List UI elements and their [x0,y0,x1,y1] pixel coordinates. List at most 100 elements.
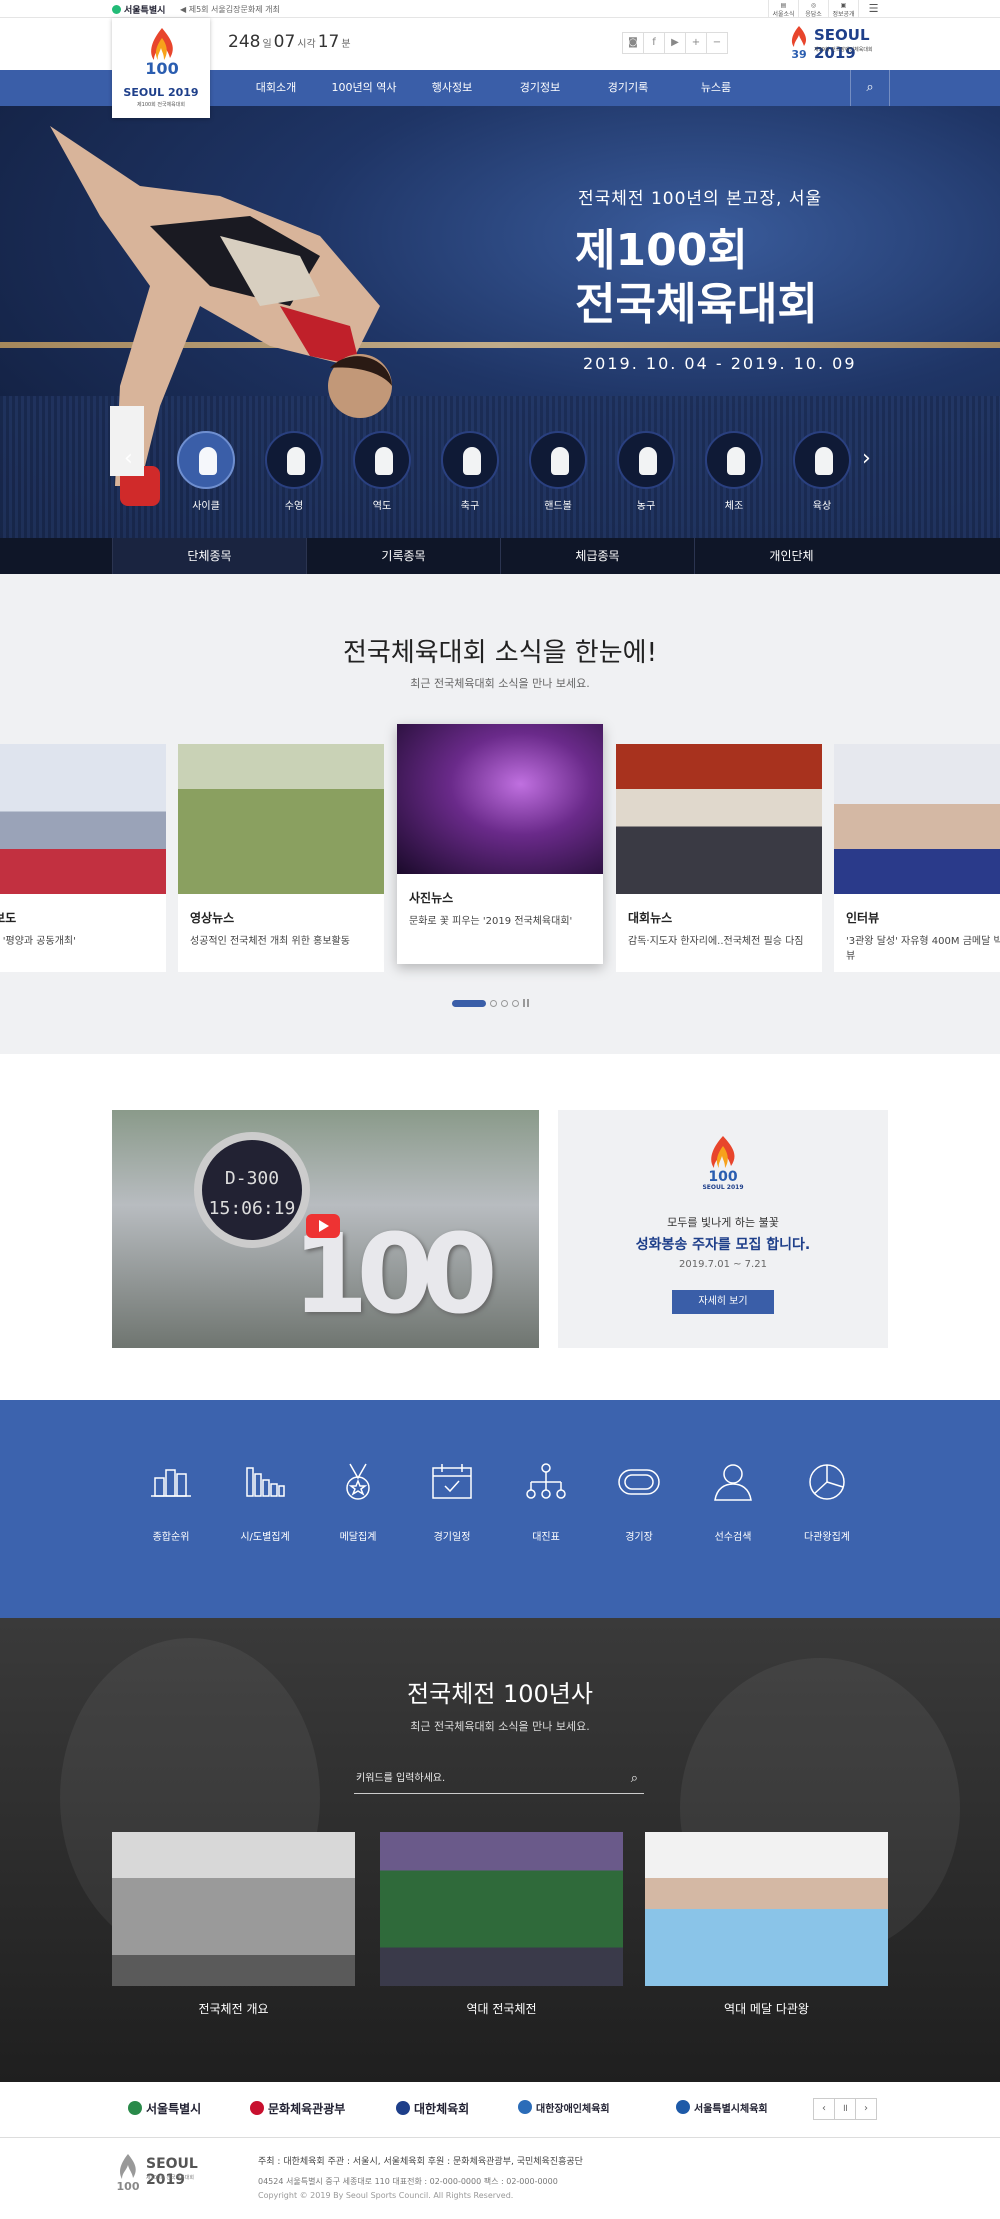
search-icon[interactable]: ⌕ [850,70,890,106]
dday-days: 248 [228,32,261,52]
sport-weightlifting[interactable]: 역도 [338,431,426,512]
history-search-input[interactable]: 키워드를 입력하세요. ⌕ [354,1766,644,1794]
notice-text: 제5회 서울김장문화제 개최 [188,5,280,14]
news-card-interview[interactable]: 인터뷰 '3관왕 달성' 자유형 400M 금메달 박 인터뷰 [834,744,1000,972]
stat-athlete-search[interactable]: 선수검색 [689,1462,777,1543]
stat-medal-totals[interactable]: 메달집계 [314,1462,402,1543]
pagination-dot[interactable] [490,999,497,1007]
news-card-event[interactable]: 대회뉴스 감독·지도자 한자리에..전국체전 필승 다짐 [616,744,822,972]
main-logo[interactable]: 100 SEOUL 2019 제100회 전국체육대회 [112,18,210,118]
chevron-left-icon[interactable]: ‹ [813,2098,835,2120]
news-card-desc: 성공적인 전국체전 개최 위한 홍보활동 [190,936,350,947]
soccer-icon [441,431,499,489]
stat-venues[interactable]: 경기장 [595,1462,683,1543]
partner-seoul-sports[interactable]: 서울특별시체육회 [676,2100,768,2115]
sport-cycling[interactable]: 사이클 [162,431,250,512]
utility-links: ▤ 서울소식 ◎ 응답소 ▣ 정보공개 ☰ [768,0,888,18]
partner-label: 서울특별시체육회 [694,2104,768,2115]
dday-hours: 07 [273,32,296,52]
history-card-past-games[interactable]: 역대 전국체전 [380,1832,623,2017]
partner-ksoc[interactable]: 대한체육회 [396,2100,469,2117]
bracket-icon [526,1463,566,1499]
chevron-left-icon[interactable]: ‹ [124,446,133,471]
history-desc: 최근 전국체육대회 소식을 만나 보세요. [410,1720,590,1733]
partner-label: 서울특별시 [146,2102,202,2116]
search-icon[interactable]: ⌕ [631,1766,638,1792]
pagination-dot[interactable] [512,999,519,1007]
news-card-video[interactable]: 영상뉴스 성공적인 전국체전 개최 위한 홍보활동 [178,744,384,972]
tab-individual-team-events[interactable]: 개인단체 [694,538,888,574]
nav-item-history[interactable]: 100년의 역사 [320,70,408,106]
promo-video[interactable]: D-300 15:06:19 100 [112,1110,539,1348]
ksoc-logo-icon [396,2101,410,2115]
footer-address: 04524 서울특별시 중구 세종대로 110 대표전화 : 02-000-00… [258,2177,558,2186]
news-card-photo[interactable]: 사진뉴스 문화로 꽃 피우는 '2019 전국체육대회' [397,724,603,964]
sport-label: 역도 [372,501,392,512]
weightlifting-icon [353,431,411,489]
sport-category-tabs: 단체종목 기록종목 체급종목 개인단체 [0,538,1000,574]
clock-line2: 15:06:19 [208,1198,296,1219]
tab-record-events[interactable]: 기록종목 [306,538,500,574]
seoul-city-label: 서울특별시 [124,6,166,16]
footer-organizers: 주최 : 대한체육회 주관 : 서울시, 서울체육회 후원 : 문화체육관광부,… [258,2157,583,2167]
stat-overall-ranking[interactable]: 종합순위 [127,1462,215,1543]
seoul-city-logo[interactable]: 서울특별시 [112,3,165,16]
news-card-title: 영상뉴스 [190,911,235,925]
news-card-desc: 감독·지도자 한자리에..전국체전 필승 다짐 [628,936,804,947]
stat-schedule[interactable]: 경기일정 [408,1462,496,1543]
util-link-disclosure[interactable]: ▣ 정보공개 [828,0,858,18]
paralympic-logo[interactable]: 39 SEOUL 2019 제39회 전국장애인체육대회 [786,24,890,62]
play-icon[interactable] [306,1214,340,1238]
history-card-medalists[interactable]: 역대 메달 다관왕 [645,1832,888,2017]
sport-athletics[interactable]: 육상 [778,431,866,512]
history-card-overview[interactable]: 전국체전 개요 [112,1832,355,2017]
sport-label: 수영 [284,501,304,512]
partner-kosad[interactable]: 대한장애인체육회 [518,2100,610,2115]
instagram-icon[interactable]: ◙ [622,32,644,54]
partner-seoul[interactable]: 서울특별시 [128,2100,201,2117]
news-card-press[interactable]: 언론보도 육대회 '평양과 공동개최' [0,744,166,972]
history-card-image [380,1832,623,1986]
pause-icon[interactable] [523,999,529,1007]
stat-label: 다관왕집계 [804,1532,850,1543]
util-link-news[interactable]: ▤ 서울소식 [768,0,798,18]
sport-swimming[interactable]: 수영 [250,431,338,512]
util-link-response-label: 응답소 [805,11,822,18]
footer: 100 SEOUL 2019 제100회 전국체육대회 주최 : 대한체육회 주… [0,2138,1000,2219]
torch-details-button[interactable]: 자세히 보기 [672,1290,774,1314]
news-card-title: 사진뉴스 [409,891,454,905]
nav-item-game-info[interactable]: 경기정보 [496,70,584,106]
stat-region-totals[interactable]: 시/도별집계 [221,1462,309,1543]
nav-item-events[interactable]: 행사정보 [408,70,496,106]
sport-basketball[interactable]: 농구 [602,431,690,512]
menu-icon[interactable]: ☰ [858,0,888,18]
kosad-logo-icon [518,2100,532,2114]
pagination-dot[interactable] [501,999,508,1007]
sport-gymnastics[interactable]: 체조 [690,431,778,512]
zoom-out-icon[interactable]: − [706,32,728,54]
paralympic-logo-title: SEOUL 2019 [814,26,870,62]
notice-ticker[interactable]: ◀ 제5회 서울김장문화제 개최 [180,4,280,15]
sport-handball[interactable]: 핸드볼 [514,431,602,512]
tab-team-events[interactable]: 단체종목 [112,538,306,574]
util-link-response[interactable]: ◎ 응답소 [798,0,828,18]
sport-label: 체조 [724,501,744,512]
pagination-dot-active[interactable] [452,999,486,1007]
pause-icon[interactable]: ॥ [834,2098,856,2120]
history-card-label: 역대 전국체전 [466,2002,537,2016]
youtube-icon[interactable]: ▶ [664,32,686,54]
tab-weight-class-events[interactable]: 체급종목 [500,538,694,574]
stat-multi-medalists[interactable]: 다관왕집계 [783,1462,871,1543]
partner-mcst[interactable]: 문화체육관광부 [250,2100,345,2117]
nav-item-newsroom[interactable]: 뉴스룸 [672,70,760,106]
stat-bracket[interactable]: 대진표 [502,1462,590,1543]
news-card-image [834,744,1000,894]
chevron-right-icon[interactable]: › [855,2098,877,2120]
zoom-in-icon[interactable]: + [685,32,707,54]
ranking-icon [151,1469,191,1497]
footer-logo-title: SEOUL 2019 [146,2156,198,2188]
facebook-icon[interactable]: f [643,32,665,54]
nav-item-about[interactable]: 대회소개 [232,70,320,106]
nav-item-records[interactable]: 경기기록 [584,70,672,106]
sport-soccer[interactable]: 축구 [426,431,514,512]
